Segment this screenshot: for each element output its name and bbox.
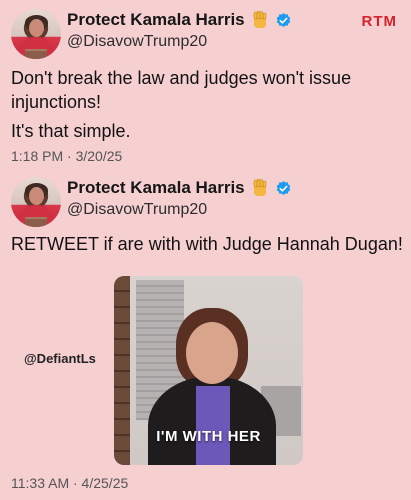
handle[interactable]: @DisavowTrump20 — [67, 201, 207, 219]
avatar[interactable] — [11, 9, 61, 59]
display-name[interactable]: Protect Kamala Harris — [67, 10, 245, 30]
media-caption: I'M WITH HER — [156, 428, 261, 445]
person-face — [186, 322, 238, 384]
person-shirt — [196, 386, 230, 465]
verified-badge-icon — [276, 180, 290, 195]
tweet-media-image[interactable]: I'M WITH HER — [114, 276, 303, 465]
display-name[interactable]: Protect Kamala Harris — [67, 178, 245, 198]
tweet-text-line: Don't break the law and judges won't iss… — [11, 68, 352, 112]
avatar[interactable] — [11, 177, 61, 227]
tweet-text-line: RETWEET if are with with Judge Hannah Du… — [11, 234, 403, 254]
tweet-text-line: It's that simple. — [11, 121, 131, 141]
rtm-watermark: RTM — [361, 13, 397, 30]
overlay-username-tag: @DefiantLs — [24, 351, 96, 366]
author-row: Protect Kamala Harris — [67, 10, 292, 30]
raised-fist-icon — [253, 10, 266, 28]
verified-badge-icon — [276, 12, 290, 27]
handle[interactable]: @DisavowTrump20 — [67, 33, 207, 51]
timestamp[interactable]: 11:33 AM · 4/25/25 — [11, 475, 128, 491]
timestamp[interactable]: 1:18 PM · 3/20/25 — [11, 148, 122, 164]
author-row: Protect Kamala Harris — [67, 178, 292, 198]
raised-fist-icon — [253, 178, 266, 196]
